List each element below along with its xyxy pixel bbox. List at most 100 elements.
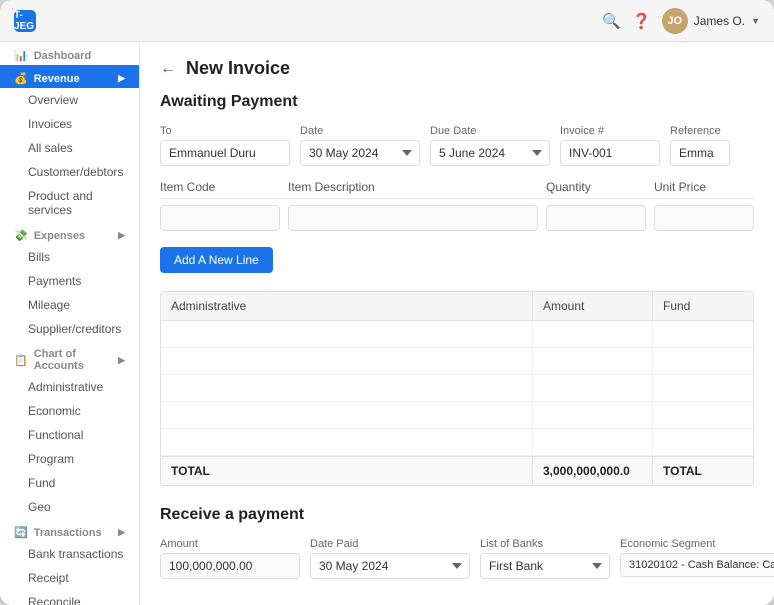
admin-row — [161, 348, 753, 375]
admin-total-label: TOTAL — [161, 457, 533, 485]
sidebar-sub-supplier-creditors[interactable]: Supplier/creditors — [0, 317, 139, 341]
sidebar-sub-customer-debtors[interactable]: Customer/debtors — [0, 160, 139, 184]
sidebar-sub-fund[interactable]: Fund — [0, 471, 139, 495]
sidebar-sub-mileage[interactable]: Mileage — [0, 293, 139, 317]
expenses-icon: 💸 — [14, 229, 28, 242]
quantity-input[interactable] — [546, 205, 646, 231]
date-field-group: Date 30 May 2024 — [300, 125, 420, 166]
sidebar-item-dashboard[interactable]: 📊 Dashboard — [0, 42, 139, 65]
amount-value: 100,000,000.00 — [160, 553, 300, 579]
to-input[interactable] — [160, 140, 290, 166]
admin-total-row: TOTAL 3,000,000,000.0 TOTAL — [161, 456, 753, 485]
sidebar-sub-functional[interactable]: Functional — [0, 423, 139, 447]
sidebar-item-transactions[interactable]: 🔄 Transactions ▶ — [0, 519, 139, 542]
main-layout: 📊 Dashboard 💰 Revenue ▶ Overview Invoice… — [0, 42, 774, 605]
invoice-number-label: Invoice # — [560, 125, 660, 137]
invoice-form-row: To Date 30 May 2024 Due Date 5 June 2024 — [160, 125, 754, 166]
admin-cell-3-3 — [653, 375, 753, 401]
top-bar-actions: 🔍 ❓ JO James O. ▼ — [602, 8, 760, 34]
sidebar-sub-geo[interactable]: Geo — [0, 495, 139, 519]
revenue-chevron: ▶ — [118, 73, 125, 84]
admin-row — [161, 375, 753, 402]
sidebar-sub-payments[interactable]: Payments — [0, 269, 139, 293]
page-header: ← New Invoice — [160, 58, 754, 79]
transactions-chevron: ▶ — [118, 527, 125, 538]
sidebar-item-chart-of-accounts[interactable]: 📋 Chart of Accounts ▶ — [0, 341, 139, 375]
unit-price-input[interactable] — [654, 205, 754, 231]
col-item-desc: Item Description — [288, 180, 538, 194]
item-desc-input[interactable] — [288, 205, 538, 231]
sidebar-sub-receipt[interactable]: Receipt — [0, 566, 139, 590]
admin-col-amount: Amount — [533, 292, 653, 320]
sidebar-label-expenses: Expenses — [34, 230, 85, 242]
sidebar-sub-all-sales[interactable]: All sales — [0, 136, 139, 160]
date-paid-label: Date Paid — [310, 538, 470, 550]
admin-cell-2-1 — [161, 348, 533, 374]
admin-cell-4-3 — [653, 402, 753, 428]
admin-cell-1-2 — [533, 321, 653, 347]
to-label: To — [160, 125, 290, 137]
amount-label: Amount — [160, 538, 300, 550]
dashboard-icon: 📊 — [14, 49, 28, 62]
admin-cell-2-2 — [533, 348, 653, 374]
sidebar-sub-economic[interactable]: Economic — [0, 399, 139, 423]
receive-payment-title: Receive a payment — [160, 506, 754, 524]
banks-select[interactable]: First Bank — [480, 553, 610, 579]
banks-label: List of Banks — [480, 538, 610, 550]
col-quantity: Quantity — [546, 180, 646, 194]
date-paid-col: Date Paid 30 May 2024 — [310, 538, 470, 579]
content-area: ← New Invoice Awaiting Payment To Date 3… — [140, 42, 774, 605]
sidebar-sub-administrative[interactable]: Administrative — [0, 375, 139, 399]
revenue-icon: 💰 — [14, 72, 28, 85]
sidebar-label-chart: Chart of Accounts — [34, 348, 112, 372]
date-paid-select[interactable]: 30 May 2024 — [310, 553, 470, 579]
sidebar-sub-product-services[interactable]: Product and services — [0, 184, 139, 222]
reference-label: Reference — [670, 125, 730, 137]
sidebar-item-expenses[interactable]: 💸 Expenses ▶ — [0, 222, 139, 245]
add-line-button[interactable]: Add A New Line — [160, 247, 273, 273]
sidebar-sub-bills[interactable]: Bills — [0, 245, 139, 269]
reference-field-group: Reference — [670, 125, 730, 166]
page-title: New Invoice — [186, 58, 290, 79]
admin-cell-4-2 — [533, 402, 653, 428]
due-date-label: Due Date — [430, 125, 550, 137]
receive-payment-section: Receive a payment Amount 100,000,000.00 … — [160, 506, 754, 579]
administrative-section: Administrative Amount Fund — [160, 291, 754, 486]
status-title: Awaiting Payment — [160, 93, 754, 111]
sidebar-sub-program[interactable]: Program — [0, 447, 139, 471]
payment-row: Amount 100,000,000.00 Date Paid 30 May 2… — [160, 538, 754, 579]
item-code-input[interactable] — [160, 205, 280, 231]
admin-row — [161, 402, 753, 429]
date-select[interactable]: 30 May 2024 — [300, 140, 420, 166]
reference-input[interactable] — [670, 140, 730, 166]
due-date-select[interactable]: 5 June 2024 — [430, 140, 550, 166]
banks-col: List of Banks First Bank — [480, 538, 610, 579]
transactions-icon: 🔄 — [14, 526, 28, 539]
expenses-chevron: ▶ — [118, 230, 125, 241]
top-bar: T-JEG 🔍 ❓ JO James O. ▼ — [0, 0, 774, 42]
admin-cell-1-1 — [161, 321, 533, 347]
sidebar-sub-invoices[interactable]: Invoices — [0, 112, 139, 136]
back-button[interactable]: ← — [160, 60, 176, 78]
invoice-number-field-group: Invoice # — [560, 125, 660, 166]
amount-col: Amount 100,000,000.00 — [160, 538, 300, 579]
help-icon[interactable]: ❓ — [632, 11, 652, 31]
invoice-number-input[interactable] — [560, 140, 660, 166]
sidebar-label-transactions: Transactions — [34, 527, 102, 539]
to-field-group: To — [160, 125, 290, 166]
sidebar-sub-bank-transactions[interactable]: Bank transactions — [0, 542, 139, 566]
logo-icon: T-JEG — [14, 10, 36, 32]
sidebar-item-revenue[interactable]: 💰 Revenue ▶ — [0, 65, 139, 88]
due-date-field-group: Due Date 5 June 2024 — [430, 125, 550, 166]
admin-col-fund: Fund — [653, 292, 753, 320]
admin-cell-1-3 — [653, 321, 753, 347]
user-badge[interactable]: JO James O. ▼ — [662, 8, 760, 34]
chart-icon: 📋 — [14, 354, 28, 367]
sidebar-sub-overview[interactable]: Overview — [0, 88, 139, 112]
app-logo: T-JEG — [14, 10, 36, 32]
sidebar-sub-reconcile[interactable]: Reconcile — [0, 590, 139, 605]
admin-cell-5-1 — [161, 429, 533, 455]
admin-cell-3-2 — [533, 375, 653, 401]
user-avatar: JO — [662, 8, 688, 34]
search-icon[interactable]: 🔍 — [602, 11, 622, 31]
